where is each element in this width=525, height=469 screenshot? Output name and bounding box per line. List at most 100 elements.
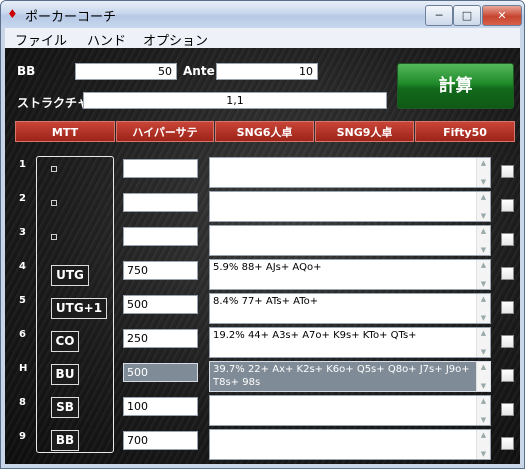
stack-input[interactable]: 750 <box>123 261 198 280</box>
menu-hand[interactable]: ハンド <box>87 30 126 49</box>
ante-label: Ante <box>183 64 215 78</box>
position-button-utg[interactable]: UTG <box>51 265 89 286</box>
position-button-utg1[interactable]: UTG+1 <box>51 298 107 319</box>
bb-label: BB <box>17 64 36 78</box>
row-checkbox[interactable] <box>501 165 514 178</box>
row-number: 8 <box>19 397 26 408</box>
scroll-up-icon[interactable]: ▲ <box>477 294 490 304</box>
scroll-up-icon[interactable]: ▲ <box>477 396 490 406</box>
scroll-down-icon[interactable]: ▼ <box>477 449 490 459</box>
tab-mtt[interactable]: MTT <box>15 121 115 142</box>
menu-options[interactable]: オプション <box>143 30 208 49</box>
range-text: 19.2% 44+ A3s+ A7o+ K9s+ KTo+ QTs+ <box>213 330 417 341</box>
empty-seat-icon <box>51 166 57 172</box>
maximize-button[interactable]: □ <box>453 5 481 26</box>
tab-sng6[interactable]: SNG6人卓 <box>215 121 314 142</box>
main-panel: BB 50 Ante 10 ストラクチャ 1,1 計算 MTT ハイパーサテ S… <box>5 48 520 464</box>
tab-fifty50[interactable]: Fifty50 <box>415 121 515 142</box>
title-bar[interactable]: ♦ ポーカーコーチ ─ □ ✕ <box>1 1 524 28</box>
stack-input[interactable]: 500 <box>123 295 198 314</box>
row-number: 1 <box>19 159 26 170</box>
calculate-button[interactable]: 計算 <box>397 63 514 109</box>
menu-bar: ファイル ハンド オプション <box>5 28 520 49</box>
row-number: 3 <box>19 227 26 238</box>
scrollbar[interactable]: ▲ ▼ <box>476 362 490 391</box>
menu-file[interactable]: ファイル <box>15 30 67 49</box>
scroll-up-icon[interactable]: ▲ <box>477 158 490 168</box>
scroll-down-icon[interactable]: ▼ <box>477 347 490 357</box>
row-number: 5 <box>19 295 26 306</box>
tab-sng9[interactable]: SNG9人卓 <box>315 121 414 142</box>
row-number: 4 <box>19 261 26 272</box>
scrollbar[interactable]: ▲ ▼ <box>476 294 490 323</box>
scroll-down-icon[interactable]: ▼ <box>477 177 490 187</box>
close-button[interactable]: ✕ <box>482 5 522 26</box>
stack-input[interactable]: 700 <box>123 431 198 450</box>
range-textarea[interactable]: ▲ ▼ <box>209 225 491 256</box>
empty-seat-icon <box>51 234 57 240</box>
scroll-up-icon[interactable]: ▲ <box>477 260 490 270</box>
scroll-up-icon[interactable]: ▲ <box>477 192 490 202</box>
scrollbar[interactable]: ▲ ▼ <box>476 260 490 289</box>
position-button-co[interactable]: CO <box>51 331 79 352</box>
row-number: 2 <box>19 193 26 204</box>
minimize-button[interactable]: ─ <box>425 5 453 26</box>
window-title: ポーカーコーチ <box>25 10 117 25</box>
row-checkbox[interactable] <box>501 301 514 314</box>
scroll-up-icon[interactable]: ▲ <box>477 328 490 338</box>
scroll-down-icon[interactable]: ▼ <box>477 381 490 391</box>
poker-icon: ♦ <box>7 7 18 21</box>
scroll-down-icon[interactable]: ▼ <box>477 313 490 323</box>
position-button-bu[interactable]: BU <box>51 364 79 385</box>
stack-input[interactable] <box>123 227 198 246</box>
row-checkbox[interactable] <box>501 335 514 348</box>
mode-tabs: MTT ハイパーサテ SNG6人卓 SNG9人卓 Fifty50 <box>15 121 515 143</box>
range-textarea[interactable]: ▲ ▼ <box>209 429 491 460</box>
range-textarea[interactable]: 8.4% 77+ ATs+ ATo+ ▲ ▼ <box>209 293 491 324</box>
range-text: 8.4% 77+ ATs+ ATo+ <box>213 296 319 307</box>
scrollbar[interactable]: ▲ ▼ <box>476 158 490 187</box>
bb-input[interactable]: 50 <box>75 63 177 80</box>
scroll-down-icon[interactable]: ▼ <box>477 415 490 425</box>
scroll-up-icon[interactable]: ▲ <box>477 362 490 372</box>
scroll-down-icon[interactable]: ▼ <box>477 245 490 255</box>
scrollbar[interactable]: ▲ ▼ <box>476 430 490 459</box>
row-checkbox[interactable] <box>501 369 514 382</box>
ante-input[interactable]: 10 <box>216 63 318 80</box>
row-checkbox[interactable] <box>501 199 514 212</box>
stack-input[interactable] <box>123 193 198 212</box>
range-textarea[interactable]: 39.7% 22+ Ax+ K2s+ K6o+ Q5s+ Q8o+ J7s+ J… <box>209 361 491 392</box>
scrollbar[interactable]: ▲ ▼ <box>476 396 490 425</box>
scroll-up-icon[interactable]: ▲ <box>477 430 490 440</box>
scrollbar[interactable]: ▲ ▼ <box>476 226 490 255</box>
range-textarea[interactable]: ▲ ▼ <box>209 395 491 426</box>
range-textarea[interactable]: 19.2% 44+ A3s+ A7o+ K9s+ KTo+ QTs+ ▲ ▼ <box>209 327 491 358</box>
app-window: ♦ ポーカーコーチ ─ □ ✕ ファイル ハンド オプション BB 50 Ant… <box>0 0 525 469</box>
row-checkbox[interactable] <box>501 403 514 416</box>
scrollbar[interactable]: ▲ ▼ <box>476 328 490 357</box>
range-text: 5.9% 88+ AJs+ AQo+ <box>213 262 322 273</box>
position-button-sb[interactable]: SB <box>51 397 79 418</box>
scroll-down-icon[interactable]: ▼ <box>477 211 490 221</box>
row-number: 6 <box>19 329 26 340</box>
stack-input[interactable] <box>123 159 198 178</box>
row-number: 9 <box>19 431 26 442</box>
row-checkbox[interactable] <box>501 267 514 280</box>
scrollbar[interactable]: ▲ ▼ <box>476 192 490 221</box>
scroll-up-icon[interactable]: ▲ <box>477 226 490 236</box>
range-textarea[interactable]: ▲ ▼ <box>209 191 491 222</box>
row-checkbox[interactable] <box>501 437 514 450</box>
structure-input[interactable]: 1,1 <box>83 92 387 109</box>
position-button-bb[interactable]: BB <box>51 430 79 451</box>
scroll-down-icon[interactable]: ▼ <box>477 279 490 289</box>
stack-input[interactable]: 100 <box>123 397 198 416</box>
row-checkbox[interactable] <box>501 233 514 246</box>
range-textarea[interactable]: ▲ ▼ <box>209 157 491 188</box>
tab-hyper-sat[interactable]: ハイパーサテ <box>116 121 214 142</box>
stack-input[interactable]: 500 <box>123 363 198 382</box>
range-text: 39.7% 22+ Ax+ K2s+ K6o+ Q5s+ Q8o+ J7s+ J… <box>213 364 470 388</box>
stack-input[interactable]: 250 <box>123 329 198 348</box>
row-number: H <box>19 363 28 374</box>
range-textarea[interactable]: 5.9% 88+ AJs+ AQo+ ▲ ▼ <box>209 259 491 290</box>
structure-label: ストラクチャ <box>17 96 89 110</box>
